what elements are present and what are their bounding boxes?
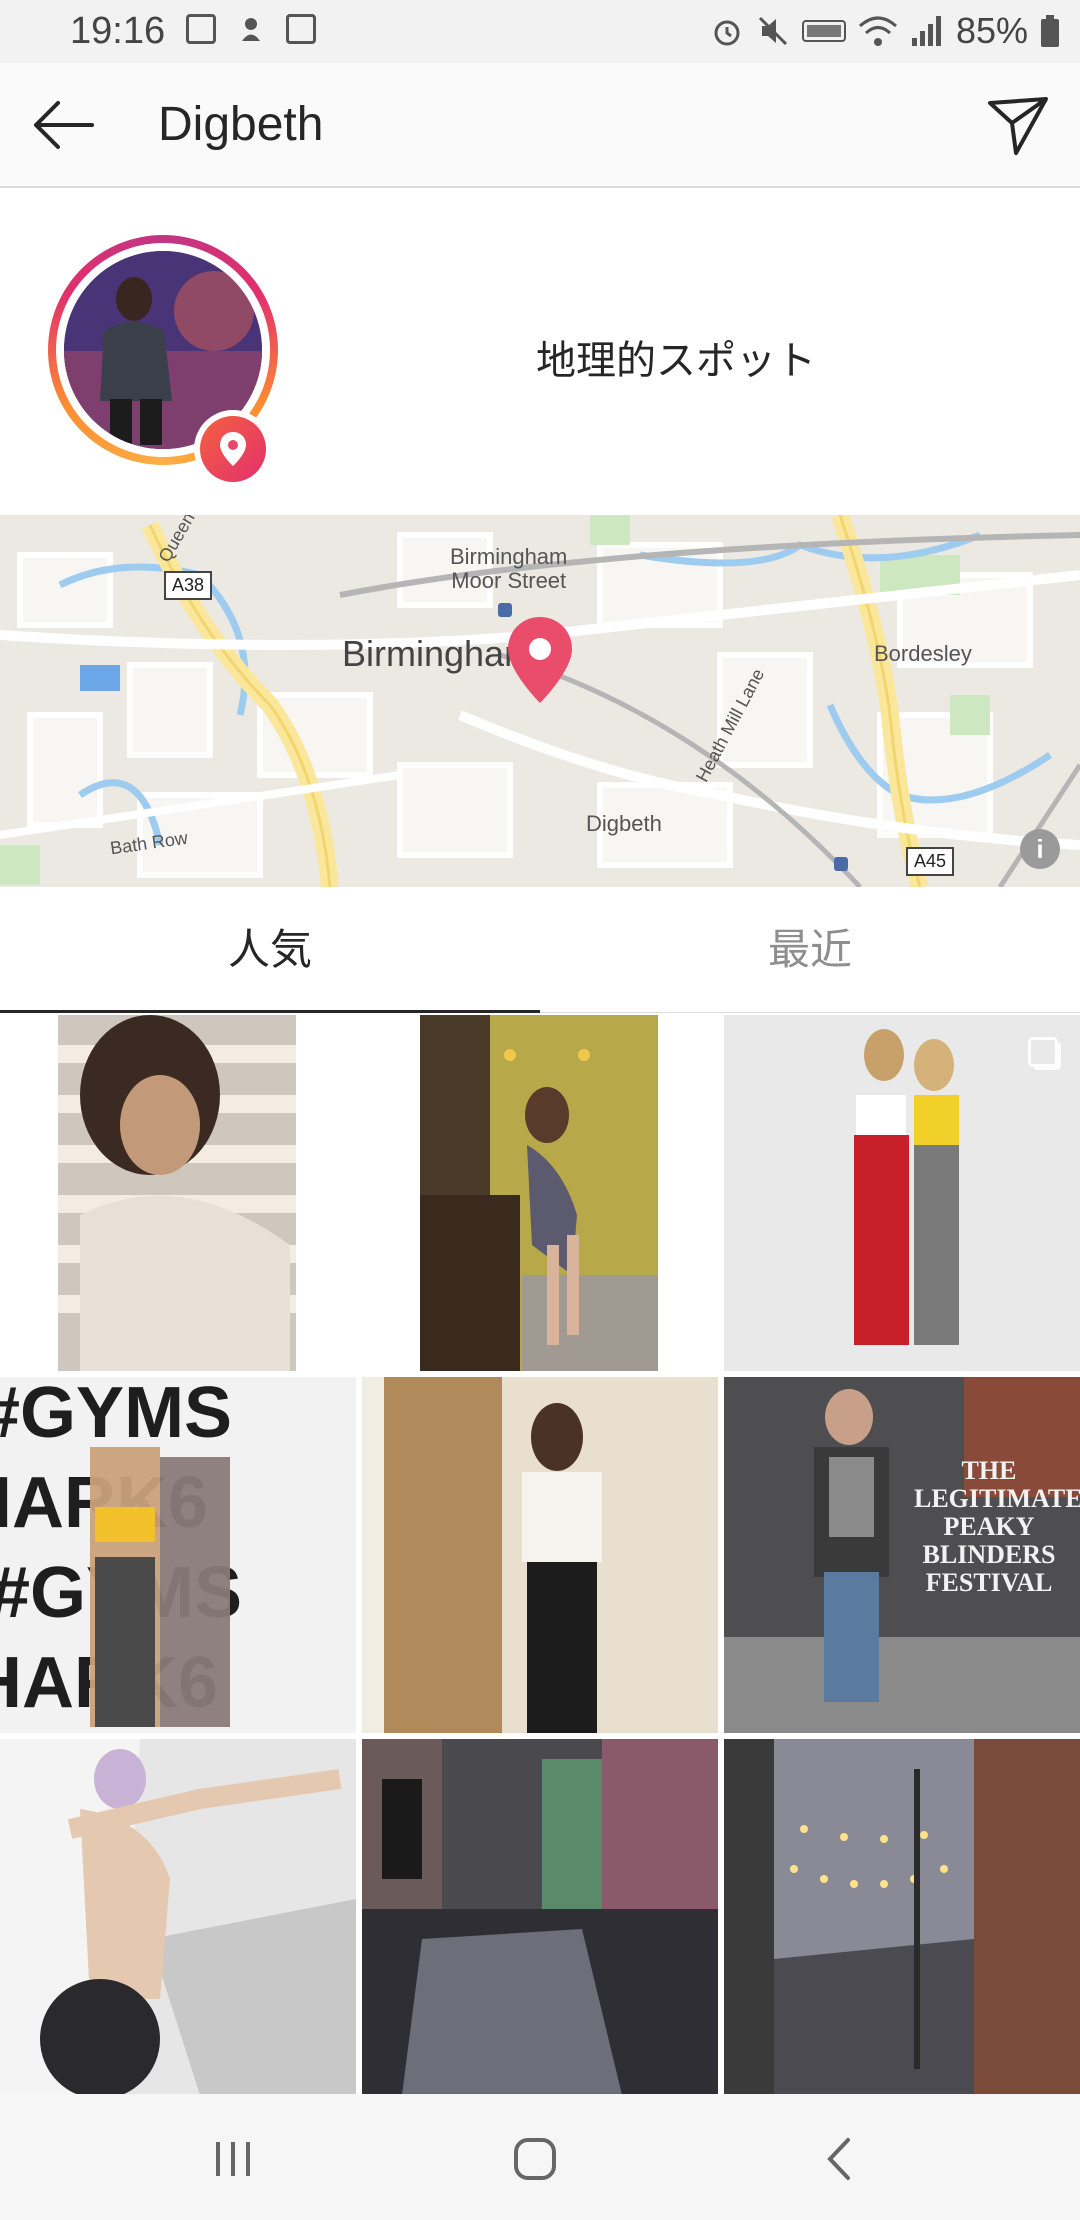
home-icon bbox=[514, 2138, 556, 2180]
home-button[interactable] bbox=[500, 2124, 570, 2194]
location-category: 地理的スポット bbox=[536, 339, 816, 383]
road-a38-badge: A38 bbox=[164, 571, 213, 600]
location-map[interactable]: Birmingham Moor Street Birmingham Bordes… bbox=[0, 515, 1080, 887]
grid-post-1[interactable] bbox=[0, 1015, 356, 1371]
alarm-icon bbox=[714, 20, 740, 46]
grid-post-4[interactable]: #GYMSHARK6#GYMSHARK6 bbox=[0, 1377, 356, 1733]
status-time: 19:16 bbox=[70, 10, 166, 52]
grid-post-6[interactable]: THE LEGITIMATE PEAKY BLINDERS FESTIVAL bbox=[724, 1377, 1080, 1733]
system-nav-bar bbox=[0, 2094, 1080, 2220]
top-app-bar: Digbeth bbox=[0, 63, 1080, 188]
gallery-icon bbox=[186, 14, 216, 44]
chevron-left-icon bbox=[827, 2138, 850, 2180]
grid-post-3[interactable] bbox=[724, 1015, 1080, 1371]
recent-apps-button[interactable] bbox=[198, 2124, 268, 2194]
svg-text:#GYMS: #GYMS bbox=[0, 1377, 232, 1453]
battery-icon bbox=[1041, 15, 1059, 47]
wifi-icon bbox=[858, 16, 897, 46]
share-button[interactable] bbox=[986, 93, 1050, 157]
grid-post-9[interactable] bbox=[724, 1739, 1080, 2095]
media-tabs: 人気 最近 bbox=[0, 887, 1080, 1013]
multiple-photos-icon bbox=[1028, 1037, 1058, 1067]
tab-recent-posts[interactable]: 最近 bbox=[540, 887, 1080, 1013]
map-label-digbeth: Digbeth bbox=[586, 811, 662, 836]
status-system-icons: 85% bbox=[710, 10, 1060, 52]
location-badge bbox=[194, 410, 272, 488]
signal-icon bbox=[911, 16, 941, 46]
arrow-left-icon bbox=[34, 101, 94, 149]
back-nav-button[interactable] bbox=[804, 2124, 874, 2194]
status-notification-icons bbox=[186, 14, 316, 44]
grid-post-8[interactable] bbox=[362, 1739, 718, 2095]
grid-post-5[interactable] bbox=[362, 1377, 718, 1733]
road-a45-badge: A45 bbox=[906, 847, 955, 876]
clock-app-icon bbox=[286, 14, 316, 44]
peaky-blinders-caption: THE LEGITIMATE PEAKY BLINDERS FESTIVAL bbox=[914, 1456, 1080, 1597]
tab-top-posts[interactable]: 人気 bbox=[0, 887, 540, 1013]
map-location-pin-icon bbox=[508, 617, 572, 703]
grid-post-7[interactable] bbox=[0, 1739, 356, 2095]
recent-apps-icon bbox=[216, 2142, 250, 2176]
location-pin-icon bbox=[220, 432, 246, 466]
map-label-bordesley: Bordesley bbox=[874, 641, 972, 666]
grid-post-2[interactable] bbox=[362, 1015, 718, 1371]
back-button[interactable] bbox=[28, 95, 98, 155]
paper-plane-icon bbox=[988, 97, 1048, 155]
battery-percent: 85% bbox=[955, 10, 1028, 51]
volte-icon bbox=[801, 20, 846, 42]
mute-icon bbox=[758, 16, 787, 46]
map-info-button[interactable]: i bbox=[1020, 829, 1060, 869]
multiple-photos-icon bbox=[304, 1037, 334, 1067]
map-label-moor-street: Birmingham Moor Street bbox=[450, 544, 568, 593]
page-title: Digbeth bbox=[158, 98, 324, 151]
status-bar: 19:16 85% bbox=[0, 0, 1080, 63]
app-icon bbox=[236, 14, 266, 44]
